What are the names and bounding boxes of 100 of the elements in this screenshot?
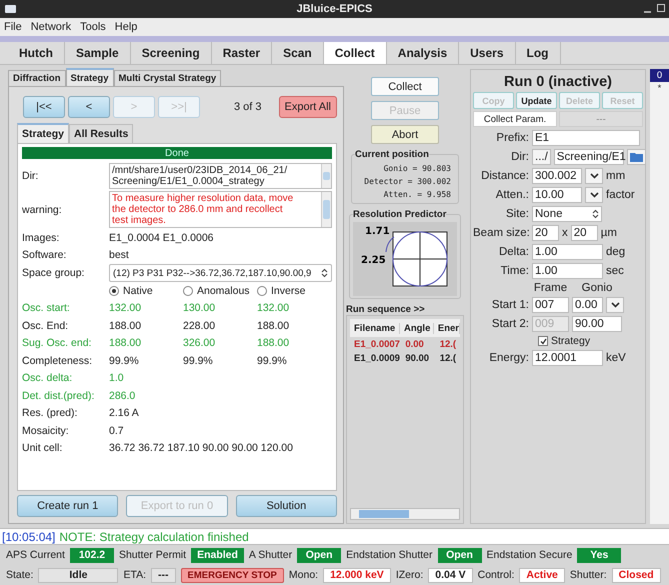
run-tab[interactable]: *	[650, 82, 669, 95]
field-value: 130.00	[183, 302, 216, 314]
scrollbar[interactable]	[321, 192, 331, 227]
scrollbar[interactable]	[321, 164, 331, 188]
scrollbar[interactable]	[350, 508, 460, 520]
field-label: Det. dist.(pred):	[22, 390, 96, 402]
run-button[interactable]: Update	[516, 92, 557, 109]
field-value: 188.00	[257, 320, 290, 332]
frame-field[interactable]: 007	[532, 297, 569, 313]
atten-field[interactable]: 10.00	[532, 187, 582, 203]
column-header: Gonio	[580, 282, 614, 294]
status-value: Active	[519, 568, 565, 582]
field-label: Osc. delta:	[22, 372, 74, 384]
field-value: 0.7	[109, 424, 124, 437]
tab[interactable]: Collect Param.	[473, 111, 557, 127]
dropdown-button[interactable]	[585, 187, 603, 203]
radio-button[interactable]: Inverse	[257, 284, 331, 297]
beam-width-field[interactable]: 20	[532, 225, 559, 241]
dir-field[interactable]: Screening/E1	[554, 149, 624, 165]
field-label: Res. (pred):	[22, 407, 78, 420]
control-button[interactable]: Collect	[371, 77, 439, 96]
field-label: Software:	[22, 249, 68, 262]
field-value: 326.00	[183, 337, 216, 350]
field-label: Mosaicity:	[22, 424, 70, 437]
menu-item[interactable]: Help	[114, 21, 138, 33]
field-label: Energy:	[488, 352, 529, 364]
menu-item[interactable]: File	[4, 21, 22, 33]
status-bar: Done	[22, 147, 332, 159]
tab[interactable]: Strategy	[17, 123, 70, 143]
nav-button[interactable]: <	[68, 96, 110, 118]
prefix-field[interactable]: E1	[532, 130, 640, 146]
dropdown-button[interactable]	[606, 297, 624, 313]
distance-field[interactable]: 300.002	[532, 168, 582, 184]
checkbox[interactable]	[538, 336, 548, 346]
group-title: Run sequence >>	[346, 304, 426, 315]
space-group-dropdown[interactable]: (12) P3 P31 P32-->36.72,36.72,187.10,90.00,9	[109, 264, 332, 282]
table-cell-text: 90.00	[404, 352, 430, 364]
nav-button[interactable]: |<<	[23, 96, 65, 118]
emergency-stop-button[interactable]: EMERGENCY STOP	[180, 568, 284, 582]
tab[interactable]: Users	[459, 42, 516, 64]
tab[interactable]: Analysis	[386, 42, 460, 64]
tab[interactable]: Screening	[130, 42, 212, 64]
delta-field[interactable]: 1.00	[532, 244, 603, 260]
run-tab[interactable]: 0	[650, 69, 669, 82]
field-label: Distance:	[480, 170, 529, 182]
field-label: Osc. End:	[22, 320, 70, 332]
field-value: 1.0	[109, 372, 124, 384]
status-label: ETA:	[123, 569, 146, 581]
gonio-field[interactable]: 90.00	[572, 316, 622, 332]
tab[interactable]: Multi Crystal Strategy	[114, 70, 222, 86]
action-button[interactable]: Solution	[236, 495, 337, 517]
column-header[interactable]: Filename	[350, 322, 400, 334]
field-value: 99.9%	[257, 354, 288, 367]
action-button[interactable]: Create run 1	[17, 495, 118, 517]
tab[interactable]: Sample	[65, 42, 131, 64]
export-button[interactable]: Export All	[278, 96, 337, 118]
tab[interactable]: Log	[516, 42, 560, 64]
field-label: Start 1:	[490, 299, 529, 311]
folder-button[interactable]	[626, 149, 646, 165]
unit-label: factor	[606, 189, 635, 201]
field-value: 99.9%	[109, 354, 140, 367]
beam-height-field[interactable]: 20	[570, 225, 598, 241]
radio-button[interactable]: Native	[109, 284, 183, 297]
status-label: APS Current	[6, 549, 65, 561]
tab[interactable]: Hutch	[8, 42, 65, 64]
checkbox-label: Strategy	[551, 335, 590, 347]
field-value: E1_0.0004 E1_0.0006	[109, 232, 214, 244]
column-header[interactable]: Angle	[400, 322, 434, 334]
unit-label: keV	[606, 352, 626, 364]
control-button[interactable]: Abort	[371, 125, 439, 144]
dropdown-button[interactable]	[585, 168, 603, 184]
text-area[interactable]: /mnt/share1/user0/23IDB_2014_06_21/ Screening/E1/E1_0.0004_strategy	[109, 163, 332, 189]
table-cell-text: 12.(	[438, 338, 458, 350]
maximize-icon[interactable]	[657, 4, 665, 12]
status-value: 12.000 keV	[323, 568, 391, 582]
tab[interactable]: Collect	[324, 42, 387, 64]
tab[interactable]: All Results	[69, 124, 134, 143]
field-value: 132.00	[257, 302, 290, 314]
status-label: Endstation Shutter	[346, 549, 432, 561]
radio-button[interactable]: Anomalous	[183, 284, 257, 297]
tab[interactable]: Diffraction	[8, 70, 66, 86]
field-label: Delta:	[498, 246, 529, 258]
column-header[interactable]: Ener	[434, 322, 460, 334]
field-label: Space group:	[22, 267, 86, 279]
status-value: 102.2	[70, 548, 114, 562]
menu-item[interactable]: Tools	[80, 21, 106, 33]
text-area[interactable]: To measure higher resolution data, move the detector to 286.0 mm and recollect test images.	[109, 191, 332, 228]
menu-item[interactable]: Network	[30, 21, 72, 33]
time-field[interactable]: 1.00	[532, 263, 603, 279]
unit-label: deg	[606, 246, 626, 258]
site-dropdown[interactable]: None	[532, 206, 602, 222]
tab[interactable]: Strategy	[66, 68, 114, 86]
field-label: Sug. Osc. end:	[22, 337, 92, 350]
group-title: Current position	[355, 149, 429, 160]
browse-button[interactable]: .../	[532, 149, 551, 165]
field-label: Time:	[500, 265, 529, 277]
tab[interactable]: Raster	[212, 42, 272, 64]
energy-field[interactable]: 12.0001	[532, 350, 603, 366]
gonio-field[interactable]: 0.00	[572, 297, 603, 313]
position-reading: Gonio = 90.803	[382, 163, 452, 175]
